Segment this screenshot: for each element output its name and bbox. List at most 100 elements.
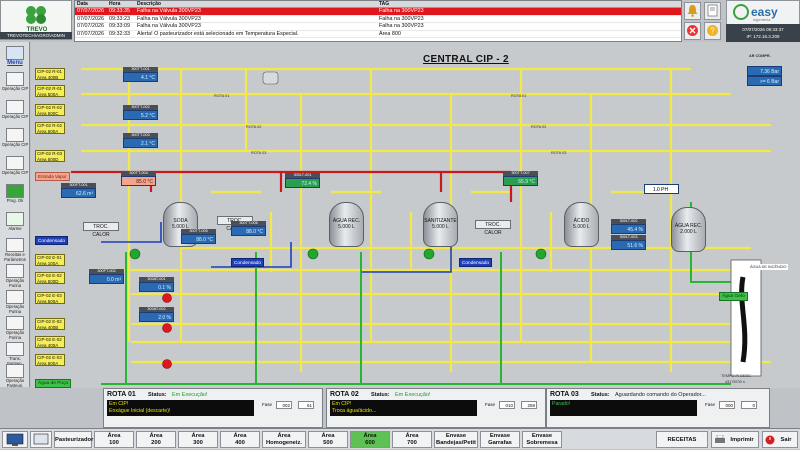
- nav-button-10[interactable]: Envase Garrafas: [480, 431, 520, 448]
- nav-line-1: Envase: [445, 433, 467, 439]
- dest-cip02-r01-500a[interactable]: CIP-02 R-01 Área 500A: [35, 85, 65, 97]
- nav-button-1[interactable]: Área 100: [94, 431, 134, 448]
- nav-item-10[interactable]: Operação Purina: [1, 316, 29, 341]
- receitas-button[interactable]: RECEITAS: [656, 431, 708, 448]
- nav-button-3[interactable]: Área 300: [178, 431, 218, 448]
- reading-value[interactable]: 85.0 °C: [121, 176, 156, 186]
- nav-item-1[interactable]: Operação CIP: [1, 72, 29, 92]
- nav-button-7[interactable]: Área 600: [350, 431, 390, 448]
- reading-value[interactable]: 88.0 °C: [181, 234, 216, 244]
- nav-button-8[interactable]: Área 700: [392, 431, 432, 448]
- nav-label: Menu: [7, 60, 23, 66]
- nav-button-0[interactable]: Pasteurizador: [54, 431, 93, 448]
- reading-value[interactable]: 51.6 %: [611, 240, 646, 250]
- dest-cip02-r01-400b[interactable]: CIP-02 R-01 Área 400B: [35, 68, 65, 80]
- exit-button[interactable]: Sair: [762, 431, 798, 448]
- operation-icon: [6, 316, 24, 330]
- route-panel-3[interactable]: ROTA 03 Status: Aguardando comando do Oper…: [546, 388, 770, 428]
- dosing-ph[interactable]: 1.0 PH: [644, 184, 679, 194]
- reading-value[interactable]: 72.4 %: [285, 178, 320, 188]
- dest-cip02-e02-500d[interactable]: CIP-02 E-02 Área 500D: [35, 272, 65, 284]
- nav-button-2[interactable]: Área 200: [136, 431, 176, 448]
- nav-item-9[interactable]: Operação Purina: [1, 290, 29, 315]
- close-alarm-icon[interactable]: [684, 22, 701, 40]
- alarm-date: 07/07/2026: [77, 8, 104, 14]
- console-line-2: Enxágue Inicial (descarte)!: [109, 407, 171, 414]
- alarm-time: 09:33:35: [109, 8, 130, 14]
- alarm-list[interactable]: Data Hora Descrição TAG 07/07/2026 09:33:…: [74, 0, 682, 42]
- nav-line-2: 400: [235, 440, 245, 446]
- condensado-1[interactable]: Condensado: [35, 236, 68, 245]
- nav-button-5[interactable]: Área Homogeneiz.: [262, 431, 306, 448]
- tank-agua-rec-1[interactable]: ÁGUA REC. 5.000 L: [329, 202, 364, 247]
- nav-label: Prog. Ok: [6, 198, 24, 203]
- heat-exchanger-3[interactable]: TROC. CALOR: [475, 220, 511, 236]
- reading-value[interactable]: 88.0 °C: [231, 226, 266, 236]
- reading-value[interactable]: 62.6 m³: [61, 188, 96, 198]
- reading-value[interactable]: 45.4 %: [611, 224, 646, 234]
- alarm-tag: Falha na 300VP23: [379, 23, 424, 29]
- reading-value[interactable]: 0.0 m³: [89, 274, 124, 284]
- route-status-label: Status:: [591, 392, 610, 398]
- alarm-date: 07/07/2026: [77, 15, 104, 22]
- tank-acido[interactable]: ÁCIDO 5.000 L: [564, 202, 599, 247]
- nav-item-11[interactable]: Trans. Fermen.: [1, 342, 29, 367]
- reading-value[interactable]: 2.0 %: [139, 312, 174, 322]
- tank-sanitizante[interactable]: SANITIZANTE 5.000 L: [423, 202, 458, 247]
- tank-agua-rec-2[interactable]: ÁGUA REC. 2.000 L: [671, 207, 706, 252]
- datetime: 07/07/2026 09:33:37: [742, 27, 784, 32]
- nav-item-0[interactable]: Menu: [1, 46, 29, 66]
- col-tag: TAG: [379, 1, 390, 7]
- print-button[interactable]: Imprimir: [711, 431, 759, 448]
- datetime-info: 07/07/2026 09:33:37 IP: 172.16.3.209: [726, 24, 800, 42]
- tempo-desc-value: 43178700 s: [725, 380, 745, 384]
- monitor-icon[interactable]: [2, 431, 28, 448]
- alarm-date: 07/07/2026: [77, 23, 104, 29]
- print-label: Imprimir: [730, 437, 754, 443]
- nav-item-4[interactable]: Operação CIP: [1, 156, 29, 176]
- dest-cip02-e01-100a[interactable]: CIP-02 E-01 Área 100A: [35, 254, 65, 266]
- nav-item-7[interactable]: Receitas e Parâmetros: [1, 238, 29, 263]
- alarm-row[interactable]: 07/07/2026 09:32:33 Alerta! O pasteurizado…: [75, 31, 681, 38]
- dest-cip02-r02-500a[interactable]: CIP-02 R-02 Área 500A: [35, 122, 65, 134]
- nav-button-11[interactable]: Envase Sobremesa: [522, 431, 562, 448]
- document-icon[interactable]: [704, 2, 721, 20]
- nav-item-12[interactable]: Operação Pasteuri.: [1, 364, 29, 389]
- alarm-bell-icon[interactable]: [684, 2, 701, 20]
- alarm-row[interactable]: 07/07/2026 09:33:35 Falha na Válvula 300VP…: [75, 8, 681, 16]
- alarm-row[interactable]: 07/07/2026 09:33:09 Falha na Válvula 300VP…: [75, 23, 681, 31]
- route-panel-2[interactable]: ROTA 02 Status: Em Execução! Em CIP! Troca á…: [326, 388, 546, 428]
- condensado-2[interactable]: Condensado: [231, 258, 264, 267]
- condensado-3[interactable]: Condensado: [459, 258, 492, 267]
- nav-item-8[interactable]: Operação Purina: [1, 264, 29, 289]
- dest-cip02-e03-500a[interactable]: CIP-02 E-03 Área 500A: [35, 292, 65, 304]
- dest-cip02-e03-500a-b[interactable]: CIP-02 E-03 Área 500A: [35, 354, 65, 366]
- route-panel-1[interactable]: ROTA 01 Status: Em Execução! Em CIP! Enxágue…: [103, 388, 323, 428]
- printer-icon: [715, 435, 725, 443]
- nav-button-4[interactable]: Área 400: [220, 431, 260, 448]
- dest-cip02-r03-500d[interactable]: CIP-02 R-03 Área 500D: [35, 150, 65, 162]
- nav-item-3[interactable]: Operação CIP: [1, 128, 29, 148]
- reading-value[interactable]: 0.1 %: [139, 282, 174, 292]
- reading-value[interactable]: 2.1 °C: [123, 138, 158, 148]
- operation-icon: [6, 156, 24, 170]
- nav-item-6[interactable]: Alarme: [1, 212, 29, 232]
- reading-value[interactable]: 4.1 °C: [123, 72, 158, 82]
- reading-value[interactable]: 65.9 °C: [503, 176, 538, 186]
- dest-cip02-r02-500c[interactable]: CIP-02 R-02 Área 500C: [35, 104, 65, 116]
- acknowledge-icon[interactable]: ?: [704, 22, 721, 40]
- col-time: Hora: [109, 1, 121, 7]
- operation-icon: [6, 72, 24, 86]
- heat-exchanger-1[interactable]: TROC. CALOR: [83, 222, 119, 238]
- nav-item-5[interactable]: Prog. Ok: [1, 184, 29, 204]
- route-fase: 010: [499, 401, 515, 409]
- screen-icon[interactable]: [30, 431, 52, 448]
- alarm-tag: Falha na 300VP23: [379, 8, 424, 14]
- nav-button-9[interactable]: Envase Bandejas/Petit: [434, 431, 478, 448]
- reading-value[interactable]: 5.2 °C: [123, 110, 158, 120]
- dest-cip02-e02-400a[interactable]: CIP-02 E-02 Área 400A: [35, 336, 65, 348]
- nav-item-2[interactable]: Operação CIP: [1, 100, 29, 120]
- alarm-row[interactable]: 07/07/2026 09:33:23 Falha na Válvula 300VP…: [75, 15, 681, 23]
- nav-button-6[interactable]: Área 500: [308, 431, 348, 448]
- dest-cip02-e02-400b[interactable]: CIP-02 E-02 Área 400B: [35, 318, 65, 330]
